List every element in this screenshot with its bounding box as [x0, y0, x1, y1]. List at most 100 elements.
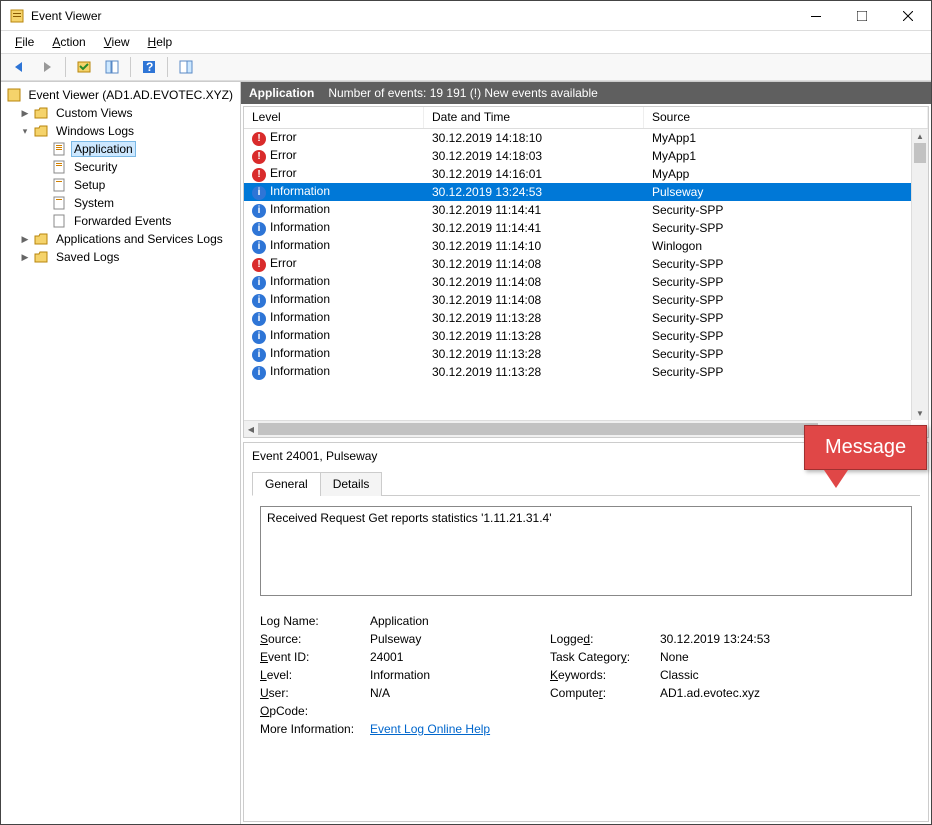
event-row[interactable]: iInformation30.12.2019 11:13:28Security-… — [244, 327, 928, 345]
event-date: 30.12.2019 11:14:41 — [424, 221, 644, 235]
prop-logged-val: 30.12.2019 13:24:53 — [660, 632, 860, 646]
event-row[interactable]: iInformation30.12.2019 13:24:53Pulseway — [244, 183, 928, 201]
event-row[interactable]: !Error30.12.2019 14:16:01MyApp — [244, 165, 928, 183]
collapse-icon[interactable]: ▾ — [19, 126, 31, 137]
tree-application[interactable]: Application — [1, 140, 240, 158]
forward-button[interactable] — [35, 56, 59, 78]
toolbar-separator-3 — [167, 57, 168, 77]
tree-forwarded[interactable]: Forwarded Events — [1, 212, 240, 230]
maximize-button[interactable] — [839, 1, 885, 31]
tree-label: System — [71, 195, 117, 211]
event-list-body[interactable]: !Error30.12.2019 14:18:10MyApp1!Error30.… — [244, 129, 928, 437]
prop-keywords-key: Keywords: — [550, 668, 660, 682]
menu-file[interactable]: File — [7, 33, 42, 51]
event-row[interactable]: iInformation30.12.2019 11:14:08Security-… — [244, 291, 928, 309]
scroll-up-icon[interactable]: ▲ — [912, 129, 928, 143]
scroll-thumb[interactable] — [914, 143, 926, 163]
log-icon — [51, 213, 67, 229]
prop-logged-key: Logged: — [550, 632, 660, 646]
event-level: Information — [270, 292, 330, 306]
tree-apps-services[interactable]: ▶ Applications and Services Logs — [1, 230, 240, 248]
event-row[interactable]: iInformation30.12.2019 11:13:28Security-… — [244, 345, 928, 363]
toolbar: ? — [1, 53, 931, 81]
event-log-help-link[interactable]: Event Log Online Help — [370, 722, 550, 736]
expand-icon[interactable]: ▶ — [19, 108, 31, 119]
event-message: Received Request Get reports statistics … — [267, 511, 552, 525]
info-icon: i — [252, 348, 266, 362]
event-list-header[interactable]: Level Date and Time Source — [244, 107, 928, 129]
event-row[interactable]: !Error30.12.2019 11:14:08Security-SPP — [244, 255, 928, 273]
column-date[interactable]: Date and Time — [424, 107, 644, 128]
body: Event Viewer (AD1.AD.EVOTEC.XYZ) ▶ Custo… — [1, 81, 931, 824]
tree-label: Applications and Services Logs — [53, 231, 226, 247]
back-button[interactable] — [7, 56, 31, 78]
tab-details[interactable]: Details — [320, 472, 383, 496]
tab-general[interactable]: General — [252, 472, 321, 496]
tree-security[interactable]: Security — [1, 158, 240, 176]
event-level: Information — [270, 346, 330, 360]
vertical-scrollbar[interactable]: ▲ ▼ — [911, 129, 928, 420]
event-date: 30.12.2019 11:13:28 — [424, 329, 644, 343]
prop-taskcat-val: None — [660, 650, 860, 664]
show-hide-tree-button[interactable] — [72, 56, 96, 78]
event-row[interactable]: iInformation30.12.2019 11:14:41Security-… — [244, 201, 928, 219]
folder-icon — [33, 105, 49, 121]
scroll-left-icon[interactable]: ◀ — [244, 421, 258, 437]
event-row[interactable]: iInformation30.12.2019 11:14:41Security-… — [244, 219, 928, 237]
event-level: Error — [270, 256, 297, 270]
titlebar[interactable]: Event Viewer — [1, 1, 931, 31]
app-icon — [9, 8, 25, 24]
info-icon: i — [252, 294, 266, 308]
prop-moreinfo-key: More Information: — [260, 722, 370, 736]
tree-saved-logs[interactable]: ▶ Saved Logs — [1, 248, 240, 266]
error-icon: ! — [252, 150, 266, 164]
folder-icon — [33, 123, 49, 139]
event-row[interactable]: iInformation30.12.2019 11:13:28Security-… — [244, 363, 928, 381]
column-level[interactable]: Level — [244, 107, 424, 128]
event-date: 30.12.2019 14:18:10 — [424, 131, 644, 145]
tree-windows-logs[interactable]: ▾ Windows Logs — [1, 122, 240, 140]
menu-view[interactable]: View — [96, 33, 138, 51]
toolbar-separator-2 — [130, 57, 131, 77]
show-hide-action-pane-button[interactable] — [174, 56, 198, 78]
info-icon: i — [252, 330, 266, 344]
tree-setup[interactable]: Setup — [1, 176, 240, 194]
expand-icon[interactable]: ▶ — [19, 234, 31, 245]
event-date: 30.12.2019 13:24:53 — [424, 185, 644, 199]
event-level: Information — [270, 184, 330, 198]
help-button[interactable]: ? — [137, 56, 161, 78]
event-row[interactable]: iInformation30.12.2019 11:14:10Winlogon — [244, 237, 928, 255]
event-source: Security-SPP — [644, 329, 928, 343]
info-icon: i — [252, 186, 266, 200]
event-row[interactable]: !Error30.12.2019 14:18:10MyApp1 — [244, 129, 928, 147]
prop-logname-key: Log Name: — [260, 614, 370, 628]
tree-root[interactable]: Event Viewer (AD1.AD.EVOTEC.XYZ) — [1, 86, 240, 104]
log-icon — [51, 177, 67, 193]
info-icon: i — [252, 204, 266, 218]
menu-action[interactable]: Action — [44, 33, 93, 51]
event-row[interactable]: iInformation30.12.2019 11:13:28Security-… — [244, 309, 928, 327]
minimize-button[interactable] — [793, 1, 839, 31]
navigation-tree[interactable]: Event Viewer (AD1.AD.EVOTEC.XYZ) ▶ Custo… — [1, 82, 241, 824]
event-level: Information — [270, 220, 330, 234]
close-button[interactable] — [885, 1, 931, 31]
event-list: Level Date and Time Source !Error30.12.2… — [243, 106, 929, 438]
event-date: 30.12.2019 11:14:08 — [424, 257, 644, 271]
event-message-box[interactable]: Received Request Get reports statistics … — [260, 506, 912, 596]
event-row[interactable]: iInformation30.12.2019 11:14:08Security-… — [244, 273, 928, 291]
properties-button[interactable] — [100, 56, 124, 78]
folder-icon — [33, 231, 49, 247]
menu-help[interactable]: Help — [140, 33, 181, 51]
tree-custom-views[interactable]: ▶ Custom Views — [1, 104, 240, 122]
log-header-name: Application — [249, 86, 314, 100]
scroll-down-icon[interactable]: ▼ — [912, 406, 928, 420]
detail-title: Event 24001, Pulseway — [252, 449, 377, 463]
event-row[interactable]: !Error30.12.2019 14:18:03MyApp1 — [244, 147, 928, 165]
tree-system[interactable]: System — [1, 194, 240, 212]
prop-logname-val: Application — [370, 614, 550, 628]
event-source: Security-SPP — [644, 365, 928, 379]
column-source[interactable]: Source — [644, 107, 928, 128]
scroll-thumb[interactable] — [258, 423, 818, 435]
eventviewer-icon — [7, 87, 21, 103]
expand-icon[interactable]: ▶ — [19, 252, 31, 263]
